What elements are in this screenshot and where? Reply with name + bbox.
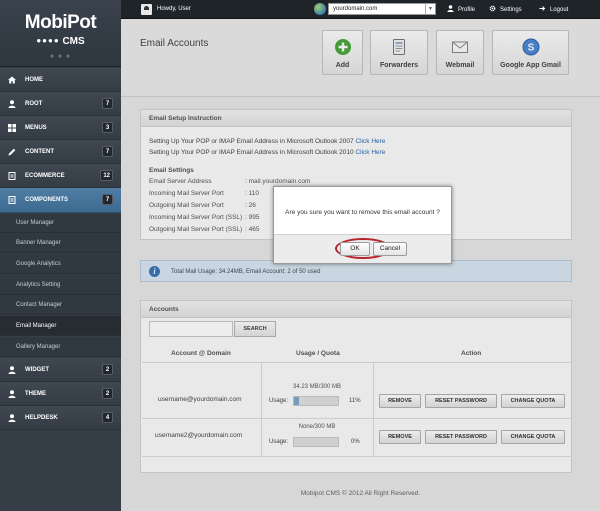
sidebar-subitem-user-manager[interactable]: User Manager	[0, 213, 121, 233]
sidebar-item-label: THEME	[25, 391, 46, 397]
confirm-dialog: Are you sure you want to remove this ema…	[273, 186, 452, 264]
user-icon	[8, 414, 16, 422]
sidebar-item-ecommerce[interactable]: ECOMMERCE 12	[0, 164, 121, 188]
modal-overlay	[121, 19, 600, 511]
document-icon	[8, 172, 16, 180]
user-icon	[447, 5, 454, 12]
sidebar-item-label: MENUS	[25, 125, 47, 131]
grid-icon	[8, 124, 16, 132]
user-avatar-icon	[141, 4, 152, 15]
count-badge: 12	[100, 170, 113, 181]
sidebar-subitem-label: Contact Manager	[16, 302, 63, 308]
user-icon	[8, 366, 16, 374]
count-badge: 4	[102, 412, 113, 423]
sidebar-item-components[interactable]: COMPONENTS 7	[0, 188, 121, 213]
sidebar-item-home[interactable]: HOME	[0, 68, 121, 92]
count-badge: 7	[102, 98, 113, 109]
sidebar-item-content[interactable]: CONTENT 7	[0, 140, 121, 164]
sidebar-subitem-label: User Manager	[16, 220, 55, 226]
logout-link[interactable]: Logout	[539, 5, 568, 14]
sidebar-item-label: COMPONENTS	[25, 197, 69, 203]
cancel-button[interactable]: Cancel	[373, 242, 407, 256]
profile-link[interactable]: Profile	[447, 5, 475, 14]
pencil-icon	[8, 148, 16, 156]
sidebar-item-label: HELPDESK	[25, 415, 58, 421]
logout-link-label: Logout	[550, 7, 569, 13]
sidebar-subitem-google-analytics[interactable]: Google Analytics	[0, 254, 121, 274]
brand-sub: CMS	[62, 36, 85, 47]
sidebar-subitem-label: Email Manager	[16, 323, 57, 329]
count-badge: 7	[102, 146, 113, 157]
profile-link-label: Profile	[458, 7, 476, 13]
sidebar-subitem-email-manager[interactable]: Email Manager	[0, 316, 121, 336]
globe-icon	[314, 3, 326, 15]
document-icon	[8, 196, 16, 204]
sidebar-subitem-label: Analytics Setting	[16, 282, 61, 288]
count-badge: 2	[102, 364, 113, 375]
brand-name: MobiPot	[24, 12, 97, 33]
brand-logo[interactable]: MobiPot ●●●● CMS ● ● ●	[0, 0, 121, 67]
user-icon	[8, 100, 16, 108]
sidebar-item-helpdesk[interactable]: HELPDESK 4	[0, 406, 121, 430]
sidebar: MobiPot ●●●● CMS ● ● ● HOME ROOT 7 MENUS…	[0, 0, 121, 511]
greeting: Howdy, User	[157, 6, 191, 12]
logout-arrow-icon	[539, 6, 546, 11]
dialog-footer: OK Cancel	[274, 234, 451, 263]
sidebar-item-label: HOME	[25, 77, 43, 83]
sidebar-item-menus[interactable]: MENUS 3	[0, 116, 121, 140]
sidebar-item-label: ECOMMERCE	[25, 173, 65, 179]
sidebar-drag-handle[interactable]: ● ● ●	[0, 53, 121, 60]
domain-select-value: yourdomain.com	[333, 6, 378, 12]
sidebar-item-widget[interactable]: WIDGET 2	[0, 358, 121, 382]
user-icon	[8, 390, 16, 398]
sidebar-item-theme[interactable]: THEME 2	[0, 382, 121, 406]
sidebar-subitem-banner-manager[interactable]: Banner Manager	[0, 233, 121, 253]
count-badge: 2	[102, 388, 113, 399]
home-icon	[8, 76, 16, 84]
count-badge: 7	[102, 194, 113, 205]
sidebar-subitem-gallery-manager[interactable]: Gallery Manager	[0, 337, 121, 357]
top-bar: Howdy, User yourdomain.com ▼ Profile Set…	[121, 0, 600, 19]
confirm-message: Are you sure you want to remove this ema…	[285, 209, 440, 216]
sidebar-item-root[interactable]: ROOT 7	[0, 92, 121, 116]
sidebar-subitem-label: Gallery Manager	[16, 344, 61, 350]
sidebar-subitem-contact-manager[interactable]: Contact Manager	[0, 295, 121, 315]
sidebar-item-label: CONTENT	[25, 149, 54, 155]
ok-button[interactable]: OK	[340, 242, 370, 256]
count-badge: 3	[102, 122, 113, 133]
sidebar-subitem-label: Google Analytics	[16, 261, 61, 267]
settings-link[interactable]: Settings	[489, 5, 522, 14]
gear-icon	[489, 5, 496, 12]
sidebar-subitem-label: Banner Manager	[16, 240, 61, 246]
sidebar-item-label: WIDGET	[25, 367, 49, 373]
brand-dots: ●●●●	[36, 36, 60, 45]
sidebar-item-label: ROOT	[25, 101, 43, 107]
settings-link-label: Settings	[500, 7, 522, 13]
domain-select[interactable]: yourdomain.com ▼	[328, 3, 436, 15]
sidebar-subitem-analytics-setting[interactable]: Analytics Setting	[0, 275, 121, 295]
chevron-down-icon[interactable]: ▼	[425, 4, 435, 14]
